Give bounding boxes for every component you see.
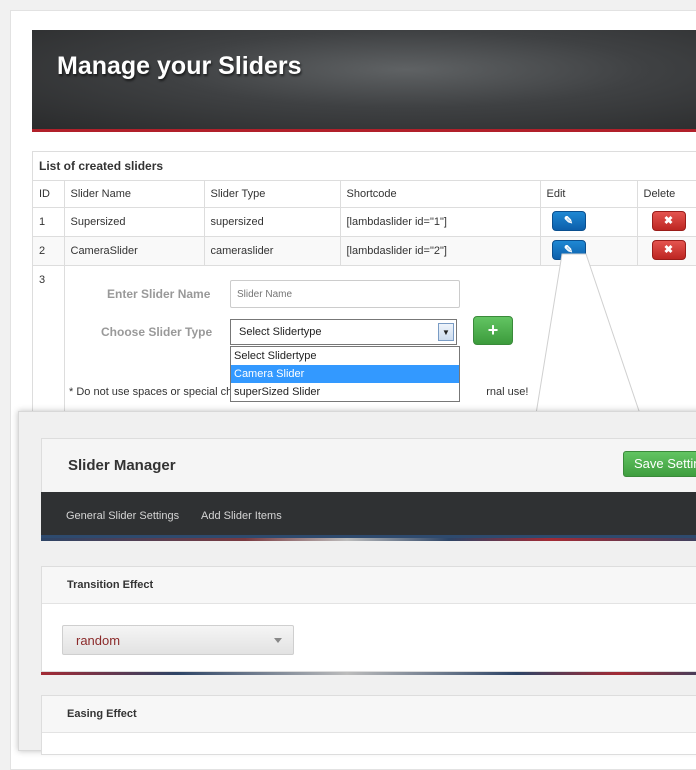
decorative-strip bbox=[41, 672, 696, 675]
row-delete-cell: ✖ bbox=[636, 207, 696, 237]
row-shortcode: [lambdaslider id="1"] bbox=[339, 207, 540, 237]
row-id: 1 bbox=[33, 207, 64, 237]
table-row: 2 CameraSlider cameraslider [lambdaslide… bbox=[33, 236, 696, 266]
plus-icon: + bbox=[487, 320, 499, 340]
slider-manager-panel: Slider Manager Save Settings General Sli… bbox=[18, 411, 696, 755]
column-divider bbox=[64, 266, 65, 423]
tab-general-slider-settings[interactable]: General Slider Settings bbox=[66, 510, 179, 522]
slider-name-input[interactable] bbox=[230, 280, 460, 308]
row-delete-cell: ✖ bbox=[636, 236, 696, 266]
edit-icon: ✎ bbox=[563, 215, 574, 227]
tab-add-slider-items[interactable]: Add Slider Items bbox=[201, 510, 282, 522]
delete-icon: ✖ bbox=[663, 215, 674, 227]
delete-icon: ✖ bbox=[663, 244, 674, 257]
row-id: 2 bbox=[33, 236, 64, 266]
add-slider-button[interactable]: + bbox=[473, 316, 513, 345]
column-header-name: Slider Name bbox=[63, 180, 204, 208]
transition-effect-select[interactable]: random bbox=[62, 625, 294, 655]
slider-manager-header: Slider Manager Save Settings bbox=[41, 438, 696, 492]
delete-button[interactable]: ✖ bbox=[651, 239, 686, 260]
slider-name-label: Enter Slider Name bbox=[107, 287, 211, 301]
edit-button[interactable]: ✎ bbox=[551, 239, 586, 260]
edit-icon: ✎ bbox=[563, 244, 574, 257]
delete-button[interactable]: ✖ bbox=[651, 210, 686, 231]
transition-effect-value: random bbox=[76, 633, 121, 648]
page-header: Manage your Sliders bbox=[32, 30, 696, 132]
easing-effect-title: Easing Effect bbox=[42, 696, 696, 733]
page-title: Manage your Sliders bbox=[57, 52, 302, 80]
column-header-type: Slider Type bbox=[203, 180, 340, 208]
transition-effect-section: Transition Effect random bbox=[41, 566, 696, 672]
row-edit-cell: ✎ bbox=[539, 207, 637, 237]
row-edit-cell: ✎ bbox=[539, 236, 637, 266]
row-name: Supersized bbox=[63, 207, 204, 237]
chevron-down-icon bbox=[274, 638, 282, 643]
row-type: cameraslider bbox=[203, 236, 340, 266]
decorative-strip bbox=[41, 538, 696, 541]
slider-manager-nav: General Slider Settings Add Slider Items bbox=[41, 492, 696, 538]
edit-button[interactable]: ✎ bbox=[551, 210, 586, 231]
new-row-id: 3 bbox=[39, 274, 46, 286]
new-slider-row: 3 Enter Slider Name Choose Slider Type S… bbox=[33, 265, 696, 423]
easing-effect-section: Easing Effect bbox=[41, 695, 696, 755]
naming-note-end: rnal use! bbox=[486, 386, 529, 398]
slider-manager-title: Slider Manager bbox=[68, 457, 176, 474]
naming-note-start: * Do not use spaces or special ch bbox=[69, 386, 233, 398]
table-row: 1 Supersized supersized [lambdaslider id… bbox=[33, 207, 696, 237]
column-header-delete: Delete bbox=[636, 180, 696, 208]
row-name: CameraSlider bbox=[63, 236, 204, 266]
slider-type-value: Select Slidertype bbox=[239, 326, 322, 338]
row-shortcode: [lambdaslider id="2"] bbox=[339, 236, 540, 266]
dropdown-option[interactable]: superSized Slider bbox=[231, 383, 459, 401]
row-type: supersized bbox=[203, 207, 340, 237]
slider-type-select[interactable]: Select Slidertype ▼ bbox=[230, 319, 457, 345]
dropdown-option-highlighted[interactable]: Camera Slider bbox=[231, 365, 459, 383]
chevron-down-icon[interactable]: ▼ bbox=[438, 323, 454, 341]
sliders-table-panel: List of created sliders ID Slider Name S… bbox=[32, 151, 696, 423]
dropdown-option[interactable]: Select Slidertype bbox=[231, 347, 459, 365]
sliders-table: ID Slider Name Slider Type Shortcode Edi… bbox=[33, 180, 696, 266]
slider-type-dropdown: Select Slidertype Camera Slider superSiz… bbox=[230, 346, 460, 402]
column-header-edit: Edit bbox=[539, 180, 637, 208]
column-header-id: ID bbox=[33, 180, 64, 208]
transition-effect-title: Transition Effect bbox=[42, 567, 696, 604]
table-caption: List of created sliders bbox=[39, 159, 164, 173]
column-header-shortcode: Shortcode bbox=[339, 180, 540, 208]
save-settings-button[interactable]: Save Settings bbox=[623, 451, 696, 477]
table-header-row: ID Slider Name Slider Type Shortcode Edi… bbox=[33, 180, 696, 208]
slider-type-label: Choose Slider Type bbox=[101, 325, 213, 339]
